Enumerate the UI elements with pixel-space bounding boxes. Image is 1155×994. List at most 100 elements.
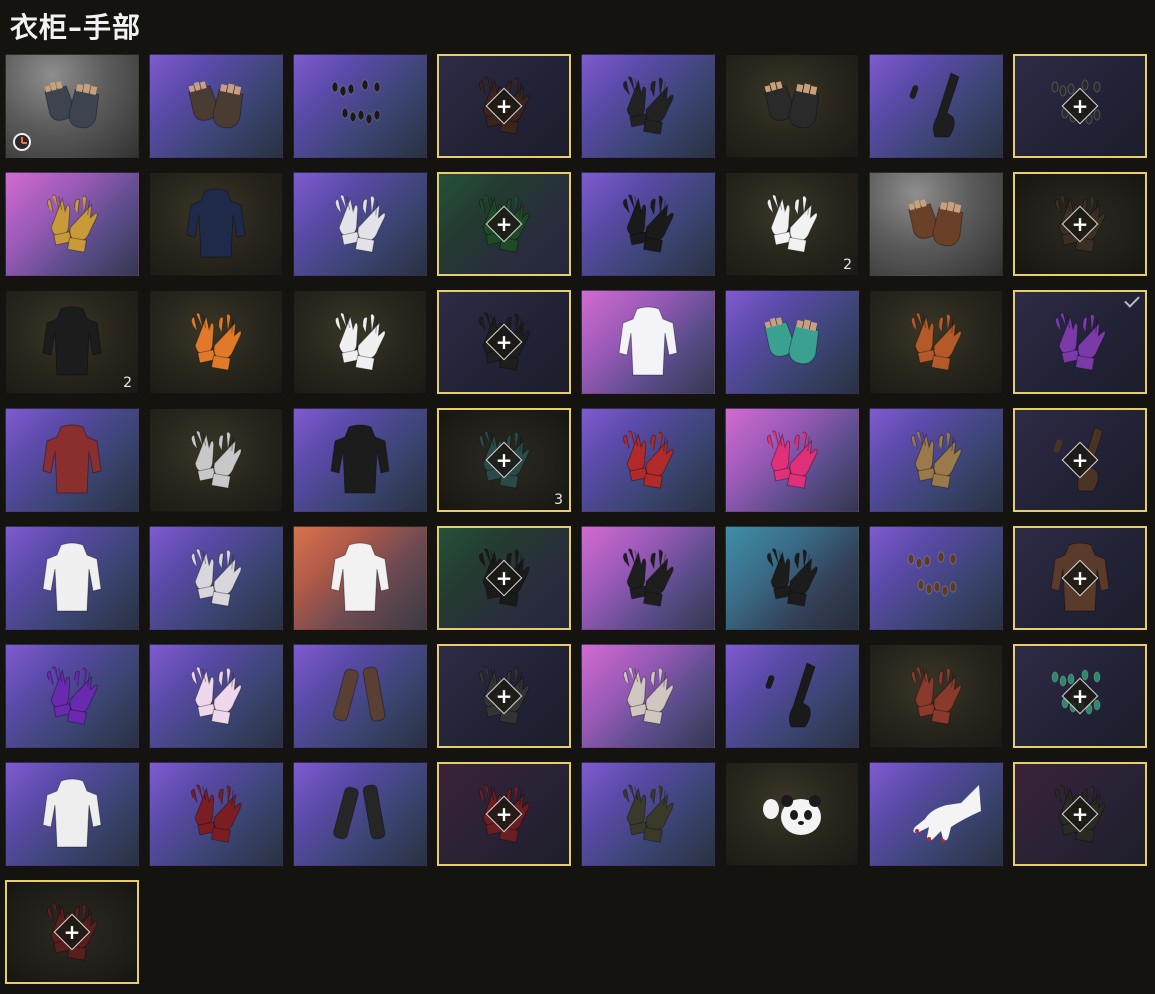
long-glove-icon — [747, 657, 837, 735]
wardrobe-slot[interactable]: 2 — [5, 290, 139, 394]
checkmark-icon — [1124, 292, 1140, 308]
wardrobe-slot[interactable] — [581, 408, 715, 512]
wardrobe-slot[interactable] — [149, 526, 283, 630]
gloves-icon — [603, 539, 693, 617]
gloves-icon — [171, 775, 261, 853]
gloves-icon — [747, 185, 837, 263]
wardrobe-slot[interactable] — [293, 172, 427, 276]
wardrobe-slot[interactable] — [149, 762, 283, 866]
gloves-icon — [891, 657, 981, 735]
wardrobe-slot-add[interactable]: + — [437, 290, 571, 394]
wardrobe-slot[interactable] — [149, 290, 283, 394]
wardrobe-slot[interactable] — [293, 54, 427, 158]
wardrobe-slot-add[interactable]: + — [1013, 762, 1147, 866]
wardrobe-slot[interactable] — [581, 762, 715, 866]
wardrobe-slot[interactable] — [5, 54, 139, 158]
arm-wraps-icon — [315, 657, 405, 735]
plus-icon: + — [495, 684, 513, 708]
plus-icon: + — [1071, 684, 1089, 708]
wardrobe-slot[interactable] — [149, 172, 283, 276]
wardrobe-slot[interactable] — [293, 290, 427, 394]
wardrobe-slot[interactable] — [149, 408, 283, 512]
wardrobe-slot[interactable] — [869, 172, 1003, 276]
wardrobe-grid: + + + 2 + 2 + + 3 + + + + + + + + — [5, 54, 1147, 984]
wardrobe-slot[interactable] — [581, 644, 715, 748]
page-title: 衣柜–手部 — [10, 11, 142, 44]
wardrobe-slot[interactable] — [5, 526, 139, 630]
wardrobe-slot[interactable] — [581, 526, 715, 630]
item-count: 3 — [554, 492, 563, 508]
wardrobe-slot-add[interactable]: + — [1013, 526, 1147, 630]
wardrobe-slot[interactable] — [869, 408, 1003, 512]
arm-wraps-icon — [315, 775, 405, 853]
wardrobe-slot[interactable] — [293, 644, 427, 748]
wardrobe-slot[interactable] — [725, 54, 859, 158]
plus-icon: + — [1071, 212, 1089, 236]
plus-icon: + — [1071, 448, 1089, 472]
wardrobe-slot[interactable] — [725, 408, 859, 512]
wardrobe-slot[interactable] — [293, 526, 427, 630]
wardrobe-slot-add[interactable]: + — [437, 526, 571, 630]
outfit-icon — [27, 421, 117, 499]
wardrobe-slot-add[interactable]: + — [1013, 172, 1147, 276]
wardrobe-slot[interactable] — [5, 408, 139, 512]
gloves-icon — [747, 421, 837, 499]
fingerless-gloves-icon — [171, 67, 261, 145]
wardrobe-slot[interactable] — [1013, 290, 1147, 394]
wardrobe-slot[interactable] — [581, 290, 715, 394]
gloves-icon — [891, 421, 981, 499]
wardrobe-slot-add[interactable]: + — [5, 880, 139, 984]
fingerless-gloves-icon — [891, 185, 981, 263]
clock-icon — [13, 133, 31, 151]
wardrobe-slot[interactable] — [5, 762, 139, 866]
wardrobe-slot[interactable] — [5, 644, 139, 748]
wardrobe-slot[interactable] — [725, 762, 859, 866]
wardrobe-slot-add[interactable]: + — [1013, 54, 1147, 158]
outfit-icon — [315, 539, 405, 617]
gloves-icon — [603, 421, 693, 499]
wardrobe-slot[interactable] — [869, 762, 1003, 866]
plus-icon: + — [1071, 566, 1089, 590]
wardrobe-slot[interactable] — [869, 644, 1003, 748]
wardrobe-slot-add[interactable]: + — [1013, 644, 1147, 748]
wardrobe-slot[interactable] — [149, 644, 283, 748]
outfit-icon — [315, 421, 405, 499]
wardrobe-slot[interactable] — [581, 54, 715, 158]
outfit-icon — [27, 539, 117, 617]
gloves-icon — [27, 657, 117, 735]
panda-mitten-icon — [747, 775, 837, 853]
fingerless-gloves-icon — [747, 67, 837, 145]
gloves-icon — [315, 303, 405, 381]
wardrobe-slot-add[interactable]: + — [437, 644, 571, 748]
wardrobe-slot[interactable] — [5, 172, 139, 276]
wardrobe-slot-add[interactable]: + — [437, 762, 571, 866]
wardrobe-slot[interactable] — [725, 290, 859, 394]
outfit-icon — [27, 775, 117, 853]
wardrobe-slot-add[interactable]: + — [437, 54, 571, 158]
wardrobe-slot[interactable] — [293, 762, 427, 866]
gloves-icon — [315, 185, 405, 263]
plus-icon: + — [495, 566, 513, 590]
wardrobe-slot-add[interactable]: +3 — [437, 408, 571, 512]
gloves-icon — [603, 775, 693, 853]
wardrobe-slot[interactable] — [149, 54, 283, 158]
wardrobe-slot[interactable] — [869, 526, 1003, 630]
wardrobe-slot-add[interactable]: + — [437, 172, 571, 276]
nail-set-icon — [891, 539, 981, 617]
wardrobe-slot-add[interactable]: + — [1013, 408, 1147, 512]
wardrobe-slot[interactable] — [293, 408, 427, 512]
plus-icon: + — [1071, 802, 1089, 826]
gloves-icon — [603, 67, 693, 145]
wardrobe-slot[interactable]: 2 — [725, 172, 859, 276]
wardrobe-slot[interactable] — [869, 54, 1003, 158]
plus-icon: + — [495, 212, 513, 236]
item-count: 2 — [123, 375, 132, 391]
plus-icon: + — [495, 330, 513, 354]
wardrobe-slot[interactable] — [581, 172, 715, 276]
gloves-icon — [1035, 303, 1125, 381]
wardrobe-slot[interactable] — [869, 290, 1003, 394]
wardrobe-slot[interactable] — [725, 526, 859, 630]
gloves-icon — [171, 539, 261, 617]
wardrobe-slot[interactable] — [725, 644, 859, 748]
outfit-icon — [27, 303, 117, 381]
